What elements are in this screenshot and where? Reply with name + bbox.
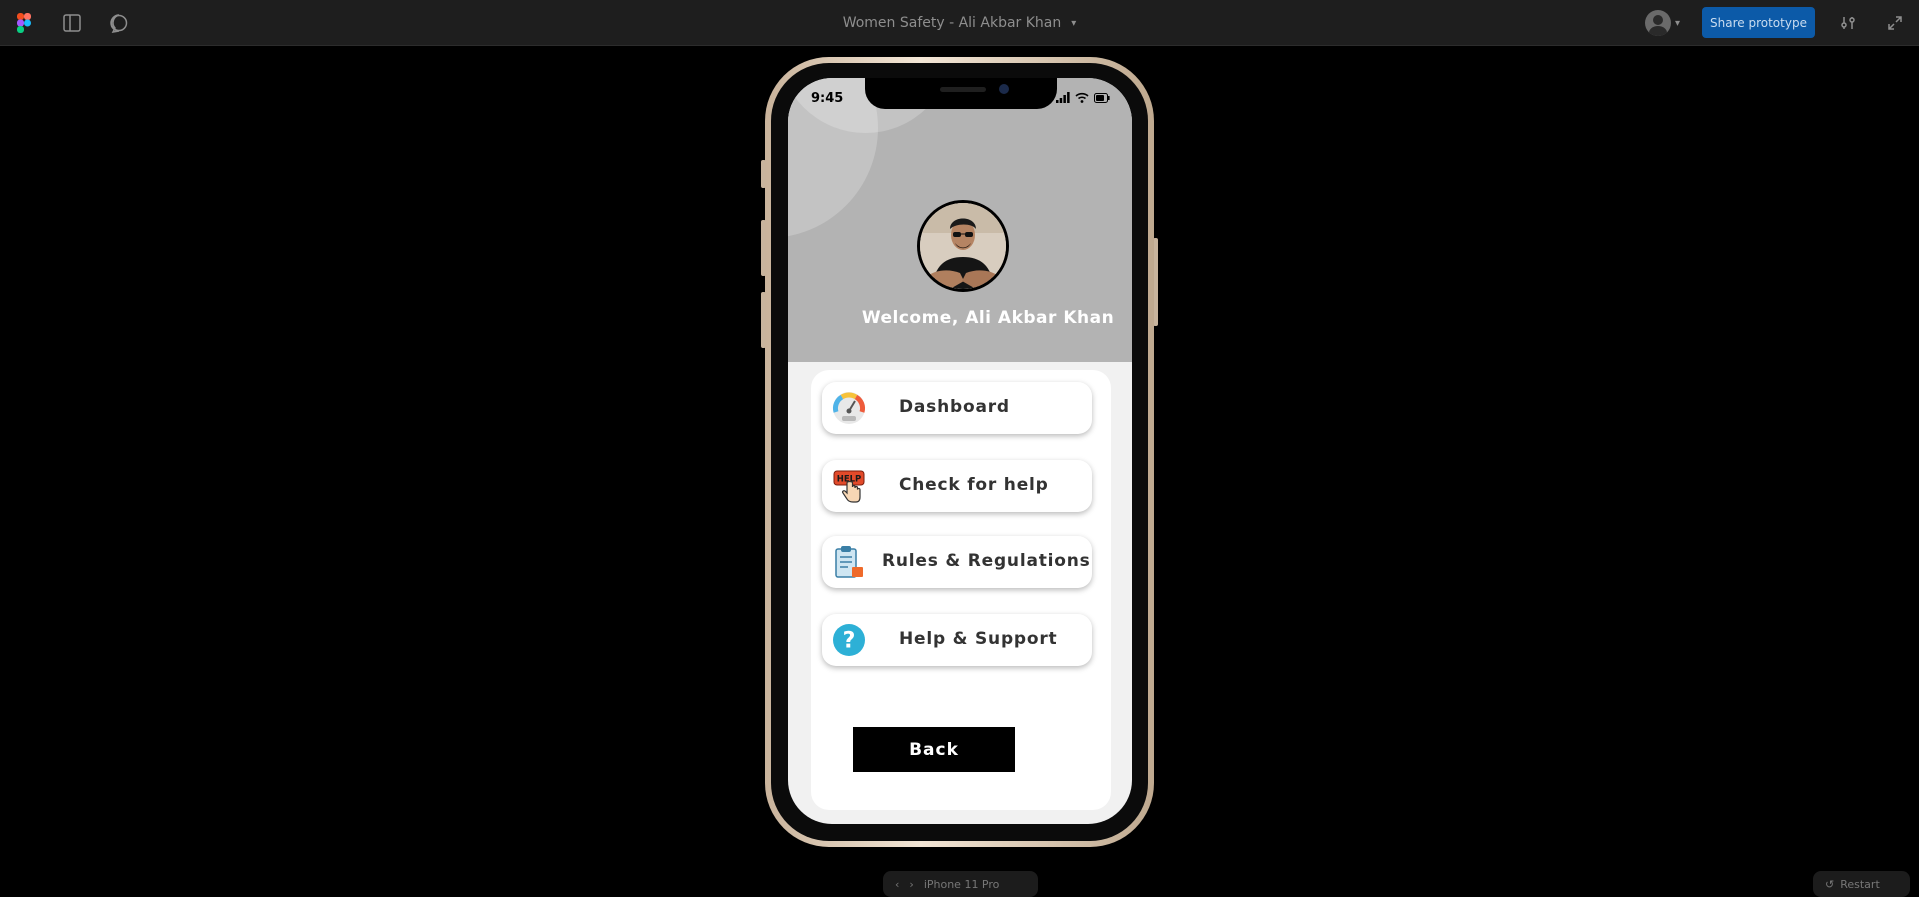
status-time: 9:45 — [811, 91, 844, 106]
device-label: iPhone 11 Pro — [923, 877, 1000, 891]
wifi-icon — [1075, 92, 1089, 103]
share-prototype-button[interactable]: Share prototype — [1702, 7, 1815, 38]
phone-notch — [865, 78, 1057, 109]
profile-header: 9:45 Welcome, Ali Akbar Khan — [788, 78, 1132, 362]
clipboard-icon — [832, 545, 866, 579]
menu-item-dashboard[interactable]: Dashboard — [822, 382, 1092, 434]
avatar — [1645, 10, 1671, 36]
speedometer-icon — [832, 391, 866, 425]
settings-icon[interactable] — [1836, 11, 1860, 35]
welcome-text: Welcome, Ali Akbar Khan — [861, 308, 1115, 328]
figma-toolbar: Women Safety - Ali Akbar Khan ▾ ▾ Share … — [0, 0, 1919, 46]
menu-item-rules-regulations[interactable]: Rules & Regulations — [822, 536, 1092, 588]
speaker — [940, 87, 986, 92]
phone-screen: 9:45 Welcome, Ali Akbar Khan Dashboard H… — [788, 78, 1132, 824]
front-camera — [999, 84, 1009, 94]
device-selector[interactable]: ‹ › iPhone 11 Pro — [883, 871, 1038, 897]
signal-icon — [1056, 92, 1070, 103]
menu-item-help-support[interactable]: ? Help & Support — [822, 614, 1092, 666]
menu-item-label: Dashboard — [899, 397, 1010, 417]
profile-photo — [917, 200, 1009, 292]
chevron-down-icon: ▾ — [1071, 17, 1077, 29]
user-menu[interactable]: ▾ — [1645, 10, 1680, 36]
question-icon: ? — [832, 623, 866, 657]
help-hand-icon: HELP — [832, 469, 866, 503]
chevron-left-icon[interactable]: ‹ — [895, 878, 899, 891]
restart-icon: ↺ — [1825, 877, 1835, 891]
file-title: Women Safety - Ali Akbar Khan — [842, 15, 1062, 31]
status-icons — [1056, 92, 1110, 103]
chevron-right-icon[interactable]: › — [909, 878, 913, 891]
menu-item-label: Rules & Regulations — [882, 551, 1091, 571]
restart-button[interactable]: ↺ Restart — [1813, 871, 1910, 897]
chevron-down-icon: ▾ — [1675, 17, 1681, 29]
menu-item-label: Help & Support — [899, 629, 1058, 649]
battery-icon — [1094, 93, 1110, 103]
file-title-menu[interactable]: Women Safety - Ali Akbar Khan ▾ — [0, 0, 1919, 46]
restart-label: Restart — [1840, 877, 1880, 891]
back-button[interactable]: Back — [853, 727, 1015, 772]
svg-text:?: ? — [843, 629, 856, 654]
menu-item-label: Check for help — [899, 475, 1049, 495]
menu-item-check-for-help[interactable]: HELP Check for help — [822, 460, 1092, 512]
fullscreen-icon[interactable] — [1883, 11, 1907, 35]
